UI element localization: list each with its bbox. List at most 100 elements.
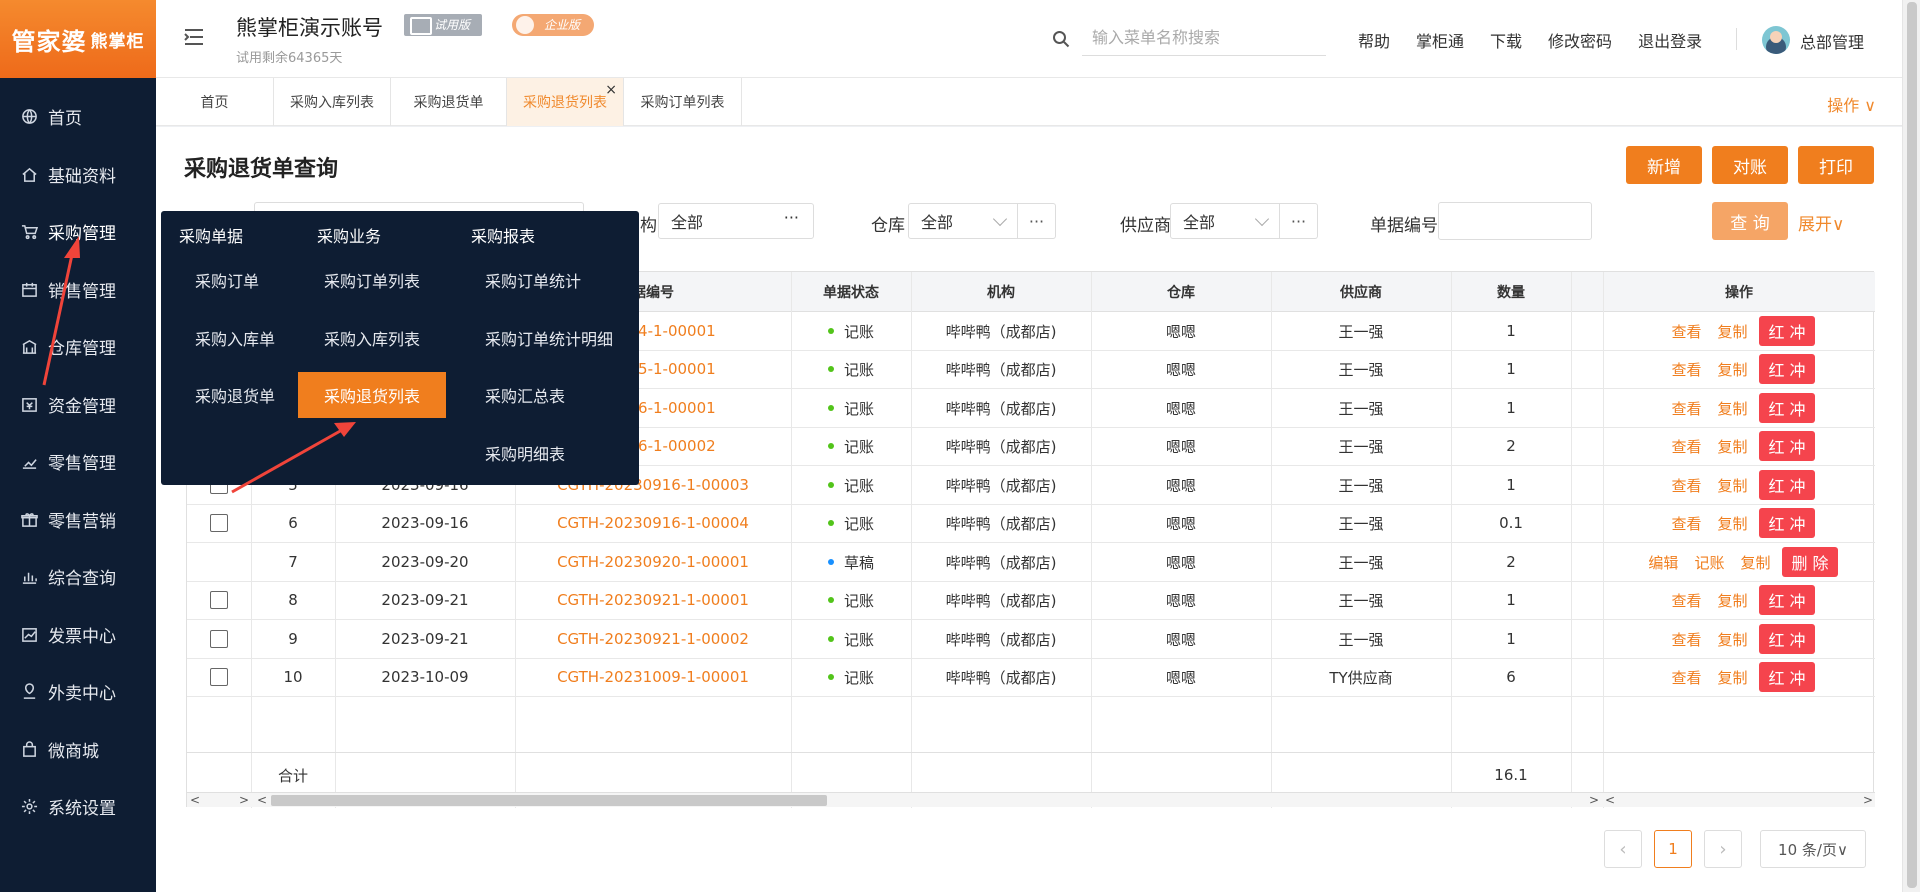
row-doc-code[interactable]: CGTH-20230921-1-00002 [515,620,791,658]
supplier-filter-select[interactable]: 全部 [1170,203,1280,239]
tab[interactable]: 采购退货单 [391,78,507,126]
menu-toggle-icon[interactable] [184,28,204,46]
row-action-link[interactable]: 查看 [1671,629,1701,650]
scroll-left-icon[interactable]: < [190,793,200,807]
row-danger-button[interactable]: 红 冲 [1759,662,1815,692]
row-doc-code[interactable]: CGTH-20230920-1-00001 [515,543,791,581]
doc-no-input[interactable] [1438,202,1592,240]
row-action-link[interactable]: 复制 [1740,552,1770,573]
row-action-link[interactable]: 复制 [1717,629,1747,650]
header-link[interactable]: 帮助 [1358,28,1390,52]
row-action-link[interactable]: 查看 [1671,590,1701,611]
row-checkbox[interactable] [210,591,228,609]
row-action-link[interactable]: 复制 [1717,436,1747,457]
prev-page-button[interactable]: ‹ [1604,830,1642,868]
scroll-left-icon[interactable]: < [1605,793,1615,807]
row-danger-button[interactable]: 红 冲 [1759,470,1815,500]
scroll-right-icon[interactable]: > [1589,793,1599,807]
mega-menu-item[interactable]: 采购退货列表 [298,372,447,418]
row-action-link[interactable]: 查看 [1671,436,1701,457]
scroll-left-icon[interactable]: < [257,793,267,807]
row-checkbox[interactable] [210,514,228,532]
warehouse-more-button[interactable]: ··· [1018,203,1056,239]
row-action-link[interactable]: 复制 [1717,398,1747,419]
close-icon[interactable]: × [605,82,617,98]
row-action-link[interactable]: 复制 [1717,590,1747,611]
row-action-link[interactable]: 记账 [1694,552,1724,573]
sidebar-item[interactable]: 仓库管理 [0,318,156,376]
scrollbar-thumb[interactable] [1907,2,1917,888]
mega-menu-item[interactable]: 采购入库列表 [324,315,420,361]
page-scrollbar[interactable] [1902,0,1920,892]
row-danger-button[interactable]: 红 冲 [1759,624,1815,654]
row-action-link[interactable]: 查看 [1671,398,1701,419]
mega-menu-item[interactable]: 采购退货单 [195,372,275,418]
tab[interactable]: 首页 [156,78,274,126]
header-link[interactable]: 修改密码 [1548,28,1612,52]
tab[interactable]: 采购退货列表 × [507,78,624,126]
row-danger-button[interactable]: 删 除 [1782,547,1838,577]
operations-dropdown[interactable]: 操作 ∨ [1827,92,1876,116]
row-danger-button[interactable]: 红 冲 [1759,316,1815,346]
row-action-link[interactable]: 编辑 [1648,552,1678,573]
sidebar-item[interactable]: 零售营销 [0,491,156,549]
sidebar-item[interactable]: 微商城 [0,721,156,779]
print-button[interactable]: 打印 [1798,146,1874,184]
avatar[interactable] [1762,26,1790,54]
row-action-link[interactable]: 查看 [1671,667,1701,688]
user-name[interactable]: 总部管理 [1800,29,1864,53]
search-icon[interactable] [1052,30,1070,48]
row-action-link[interactable]: 复制 [1717,475,1747,496]
row-checkbox[interactable] [210,668,228,686]
row-action-link[interactable]: 查看 [1671,475,1701,496]
row-doc-code[interactable]: CGTH-20231009-1-00001 [515,658,791,696]
reconcile-button[interactable]: 对账 [1712,146,1788,184]
menu-search-input[interactable] [1082,20,1326,56]
mega-menu-item[interactable]: 采购入库单 [195,315,275,361]
sidebar-item[interactable]: 发票中心 [0,606,156,664]
row-doc-code[interactable]: CGTH-20230916-1-00004 [515,504,791,542]
sidebar-item[interactable]: 系统设置 [0,778,156,836]
scrollbar-thumb[interactable] [271,795,827,806]
scroll-right-icon[interactable]: > [239,793,249,807]
mega-menu-item[interactable]: 采购订单统计明细 [485,315,613,361]
row-checkbox[interactable] [210,630,228,648]
add-button[interactable]: 新增 [1626,146,1702,184]
row-action-link[interactable]: 查看 [1671,513,1701,534]
mega-menu-item[interactable]: 采购汇总表 [485,372,565,418]
row-doc-code[interactable]: CGTH-20230921-1-00001 [515,581,791,619]
header-link[interactable]: 下载 [1490,28,1522,52]
supplier-more-button[interactable]: ··· [1280,203,1318,239]
sidebar-item[interactable]: 外卖中心 [0,663,156,721]
mega-menu-item[interactable]: 采购明细表 [485,430,565,476]
row-danger-button[interactable]: 红 冲 [1759,431,1815,461]
page-1-button[interactable]: 1 [1654,830,1692,868]
tab[interactable]: 采购订单列表 [624,78,742,126]
row-danger-button[interactable]: 红 冲 [1759,508,1815,538]
row-danger-button[interactable]: 红 冲 [1759,393,1815,423]
row-action-link[interactable]: 复制 [1717,513,1747,534]
warehouse-filter-select[interactable]: 全部 [908,203,1018,239]
row-action-link[interactable]: 复制 [1717,321,1747,342]
query-button[interactable]: 查 询 [1712,202,1788,240]
sidebar-item[interactable]: 资金管理 [0,376,156,434]
row-action-link[interactable]: 复制 [1717,359,1747,380]
header-link[interactable]: 掌柜通 [1416,28,1464,52]
mega-menu-item[interactable]: 采购订单统计 [485,257,581,303]
sidebar-item[interactable]: 零售管理 [0,433,156,491]
row-action-link[interactable]: 查看 [1671,359,1701,380]
org-filter-select[interactable]: 全部 ··· [658,203,814,239]
row-action-link[interactable]: 查看 [1671,321,1701,342]
header-link[interactable]: 退出登录 [1638,28,1702,52]
row-danger-button[interactable]: 红 冲 [1759,585,1815,615]
sidebar-item[interactable]: 销售管理 [0,261,156,319]
mega-menu-item[interactable]: 采购订单 [195,257,259,303]
next-page-button[interactable]: › [1704,830,1742,868]
row-action-link[interactable]: 复制 [1717,667,1747,688]
sidebar-item[interactable]: 综合查询 [0,548,156,606]
scroll-right-icon[interactable]: > [1863,793,1873,807]
expand-link[interactable]: 展开∨ [1798,210,1844,235]
sidebar-item[interactable]: 首页 [0,88,156,146]
mega-menu-item[interactable]: 采购订单列表 [324,257,420,303]
tab[interactable]: 采购入库列表 [274,78,391,126]
